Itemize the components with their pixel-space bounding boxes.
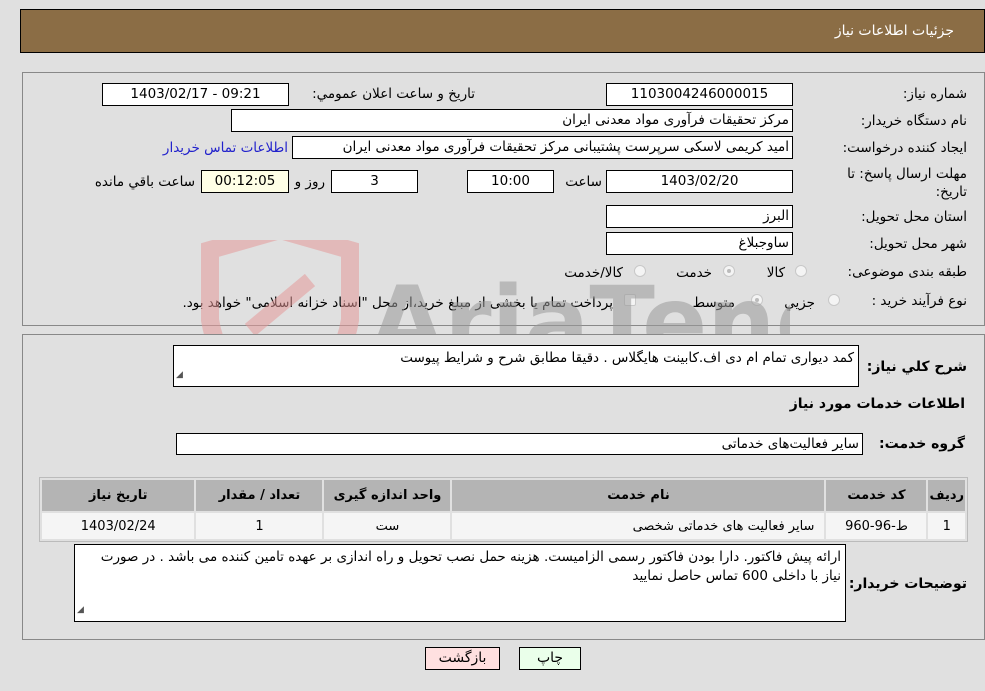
cell-service-code: ط-96-960 (826, 513, 927, 539)
treasury-note: پرداخت تمام یا بخشی از مبلغ خرید،از محل … (182, 295, 613, 311)
deadline-label: مهلت ارسال پاسخ: تا تاریخ: (847, 166, 967, 200)
deadline-time-field: 10:00 (467, 170, 554, 193)
announce-field: 1403/02/17 - 09:21 (102, 83, 289, 106)
category-radio-goods[interactable] (795, 265, 807, 277)
col-unit: واحد اندازه گیری (324, 480, 451, 511)
province-field: البرز (606, 205, 793, 228)
col-quantity: تعداد / مقدار (196, 480, 323, 511)
buyer-notes-text: ارائه پیش فاکتور. دارا بودن فاکتور رسمی … (100, 549, 841, 584)
treasury-checkbox[interactable] (624, 294, 636, 306)
page-header: جزئیات اطلاعات نیاز (20, 9, 985, 53)
print-button[interactable]: چاپ (519, 647, 581, 670)
category-goods-label: کالا (766, 265, 785, 281)
resize-grip-icon[interactable]: ◢ (176, 366, 183, 385)
buyer-notes-label: توضیحات خریدار: (848, 576, 967, 592)
process-label: نوع فرآیند خرید : (871, 293, 967, 309)
cell-unit: ست (324, 513, 451, 539)
description-text: کمد دیواری تمام ام دی اف.کابینت هایگلاس … (400, 350, 854, 366)
buyer-contact-link[interactable]: اطلاعات تماس خریدار (163, 140, 288, 156)
service-group-field: سایر فعالیت‌های خدماتی (176, 433, 863, 455)
need-number-label: شماره نیاز: (902, 86, 967, 102)
category-label: طبقه بندی موضوعی: (847, 264, 967, 280)
cell-service-name: سایر فعالیت های خدماتی شخصی (452, 513, 825, 539)
province-label: استان محل تحویل: (861, 209, 967, 225)
back-button[interactable]: بازگشت (425, 647, 500, 670)
process-radio-medium[interactable] (751, 294, 763, 306)
process-medium-label: متوسط (692, 295, 735, 311)
cell-row-number: 1 (928, 513, 965, 539)
col-service-code: کد خدمت (826, 480, 927, 511)
services-section-title: اطلاعات خدمات مورد نیاز (789, 396, 965, 412)
cell-need-date: 1403/02/24 (42, 513, 195, 539)
deadline-time-label: ساعت (565, 174, 602, 190)
category-service-label: خدمت (676, 265, 712, 281)
city-field: ساوجبلاغ (606, 232, 793, 255)
deadline-date-field: 1403/02/20 (606, 170, 793, 193)
days-field: 3 (331, 170, 418, 193)
col-row-number: ردیف (928, 480, 965, 511)
announce-label: تاریخ و ساعت اعلان عمومي: (312, 86, 475, 102)
process-minor-label: جزيي (784, 295, 815, 311)
buyer-org-field: مرکز تحقیقات فرآوری مواد معدنی ایران (231, 109, 793, 132)
buyer-notes-textarea[interactable]: ارائه پیش فاکتور. دارا بودن فاکتور رسمی … (74, 544, 846, 622)
creator-field: امید کریمی لاسکی سرپرست پشتیبانی مرکز تح… (292, 136, 793, 159)
category-radio-goods-service[interactable] (634, 265, 646, 277)
resize-grip-icon[interactable]: ◢ (77, 601, 84, 620)
cell-quantity: 1 (196, 513, 323, 539)
description-label: شرح کلي نیاز: (866, 359, 967, 375)
remaining-label: ساعت باقي مانده (94, 174, 195, 190)
need-number-field: 1103004246000015 (606, 83, 793, 106)
page-title: جزئیات اطلاعات نیاز (834, 23, 954, 39)
table-row: 1 ط-96-960 سایر فعالیت های خدماتی شخصی س… (42, 513, 965, 539)
city-label: شهر محل تحویل: (869, 236, 967, 252)
buyer-org-label: نام دستگاه خریدار: (860, 113, 967, 129)
col-need-date: تاریخ نیاز (42, 480, 195, 511)
description-textarea[interactable]: کمد دیواری تمام ام دی اف.کابینت هایگلاس … (173, 345, 859, 387)
category-radio-service[interactable] (723, 265, 735, 277)
creator-label: ایجاد کننده درخواست: (842, 140, 967, 156)
services-table: ردیف کد خدمت نام خدمت واحد اندازه گیری ت… (39, 477, 968, 542)
process-radio-minor[interactable] (828, 294, 840, 306)
col-service-name: نام خدمت (452, 480, 825, 511)
remaining-time-field: 00:12:05 (201, 170, 289, 193)
service-group-label: گروه خدمت: (879, 436, 965, 452)
category-goods-service-label: کالا/خدمت (564, 265, 623, 281)
days-label: روز و (294, 174, 325, 190)
table-header-row: ردیف کد خدمت نام خدمت واحد اندازه گیری ت… (42, 480, 965, 511)
